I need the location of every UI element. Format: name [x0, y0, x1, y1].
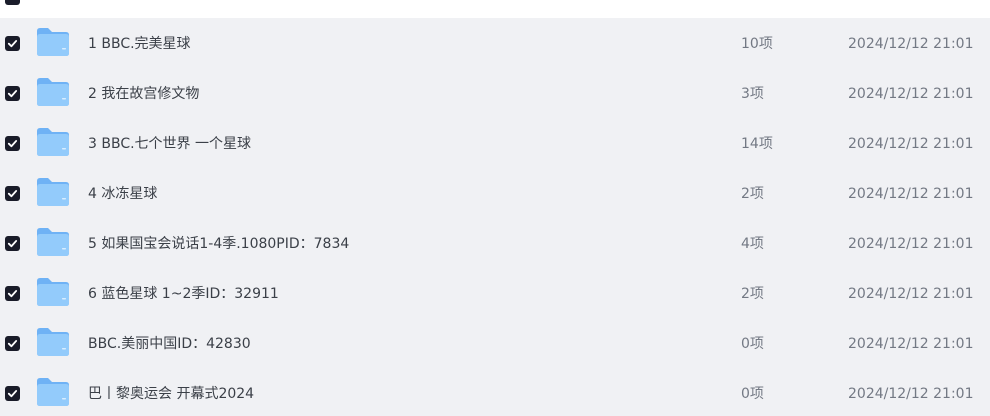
folder-name[interactable]: 4 冰冻星球 — [88, 184, 157, 204]
folder-name[interactable]: 2 我在故宫修文物 — [88, 84, 199, 104]
modified-time: 2024/12/12 21:01 — [848, 186, 974, 202]
folder-row[interactable]: 6 蓝色星球 1~2季ID：32911 2项 2024/12/12 21:01 — [0, 268, 990, 318]
item-count: 2项 — [741, 186, 764, 202]
folder-name[interactable]: 1 BBC.完美星球 — [88, 34, 191, 54]
folder-name[interactable]: 6 蓝色星球 1~2季ID：32911 — [88, 284, 279, 304]
folder-name[interactable]: BBC.美丽中国ID：42830 — [88, 334, 251, 354]
checkbox-checked-icon[interactable] — [5, 336, 20, 351]
folder-icon — [35, 126, 71, 158]
folder-icon — [35, 26, 71, 58]
item-count: 14项 — [741, 136, 773, 152]
checkbox-checked-icon[interactable] — [5, 136, 20, 151]
checkbox-checked-icon[interactable] — [5, 286, 20, 301]
folder-row[interactable]: 1 BBC.完美星球 10项 2024/12/12 21:01 — [0, 18, 990, 68]
select-all-checkbox[interactable] — [5, 0, 20, 5]
folder-icon — [35, 326, 71, 358]
modified-time: 2024/12/12 21:01 — [848, 236, 974, 252]
item-count: 10项 — [741, 36, 773, 52]
folder-icon — [35, 376, 71, 408]
modified-time: 2024/12/12 21:01 — [848, 136, 974, 152]
list-header — [0, 0, 990, 18]
item-count: 0项 — [741, 336, 764, 352]
folder-row[interactable]: 4 冰冻星球 2项 2024/12/12 21:01 — [0, 168, 990, 218]
folder-row[interactable]: 3 BBC.七个世界 一个星球 14项 2024/12/12 21:01 — [0, 118, 990, 168]
folder-icon — [35, 76, 71, 108]
folder-name[interactable]: 3 BBC.七个世界 一个星球 — [88, 134, 251, 154]
checkbox-checked-icon[interactable] — [5, 236, 20, 251]
item-count: 3项 — [741, 86, 764, 102]
folder-row[interactable]: 5 如果国宝会说话1-4季.1080PID：7834 4项 2024/12/12… — [0, 218, 990, 268]
folder-name[interactable]: 5 如果国宝会说话1-4季.1080PID：7834 — [88, 234, 349, 254]
folder-row[interactable]: 2 我在故宫修文物 3项 2024/12/12 21:01 — [0, 68, 990, 118]
modified-time: 2024/12/12 21:01 — [848, 336, 974, 352]
modified-time: 2024/12/12 21:01 — [848, 86, 974, 102]
item-count: 0项 — [741, 386, 764, 402]
folder-row[interactable]: BBC.美丽中国ID：42830 0项 2024/12/12 21:01 — [0, 318, 990, 368]
modified-time: 2024/12/12 21:01 — [848, 36, 974, 52]
folder-row[interactable]: 巴丨黎奥运会 开幕式2024 0项 2024/12/12 21:01 — [0, 368, 990, 416]
item-count: 4项 — [741, 236, 764, 252]
header-name-column[interactable] — [36, 0, 186, 2]
modified-time: 2024/12/12 21:01 — [848, 286, 974, 302]
folder-icon — [35, 176, 71, 208]
item-count: 2项 — [741, 286, 764, 302]
folder-name[interactable]: 巴丨黎奥运会 开幕式2024 — [88, 384, 254, 404]
folder-icon — [35, 276, 71, 308]
file-list: 1 BBC.完美星球 10项 2024/12/12 21:01 2 我在故宫修文… — [0, 0, 990, 416]
checkbox-checked-icon[interactable] — [5, 186, 20, 201]
checkbox-checked-icon[interactable] — [5, 36, 20, 51]
modified-time: 2024/12/12 21:01 — [848, 386, 974, 402]
folder-icon — [35, 226, 71, 258]
checkbox-checked-icon[interactable] — [5, 86, 20, 101]
checkbox-checked-icon[interactable] — [5, 386, 20, 401]
